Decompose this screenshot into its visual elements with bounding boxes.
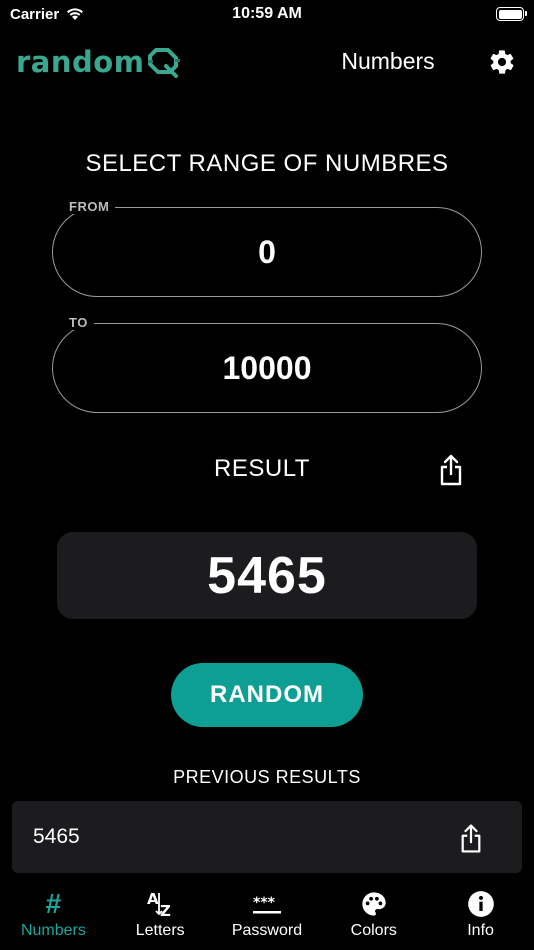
from-field-value[interactable]: 0 bbox=[53, 208, 481, 296]
tab-label: Numbers bbox=[20, 922, 86, 939]
result-value: 5465 bbox=[57, 532, 477, 619]
previous-results-title: PREVIOUS RESULTS bbox=[173, 767, 361, 787]
az-sort-icon: A Z bbox=[145, 889, 175, 919]
svg-text:A: A bbox=[147, 890, 159, 908]
tab-label: Info bbox=[467, 922, 494, 939]
share-previous-icon[interactable] bbox=[459, 823, 483, 854]
from-field[interactable]: FROM 0 bbox=[52, 199, 482, 297]
palette-icon bbox=[360, 889, 388, 919]
result-label: RESULT bbox=[214, 455, 310, 482]
password-icon: *** bbox=[251, 889, 283, 919]
tab-info[interactable]: Info bbox=[427, 875, 534, 950]
clock: 10:59 AM bbox=[232, 5, 302, 22]
tab-label: Colors bbox=[350, 922, 397, 939]
page-title: Numbers bbox=[341, 48, 435, 74]
logo-q-icon bbox=[148, 48, 181, 78]
app-logo: random bbox=[16, 42, 182, 82]
tab-letters[interactable]: A Z Letters bbox=[107, 875, 214, 950]
to-field[interactable]: TO 10000 bbox=[52, 315, 482, 413]
settings-gear-icon[interactable] bbox=[488, 48, 516, 76]
share-result-icon[interactable] bbox=[438, 454, 464, 486]
info-icon bbox=[467, 889, 495, 919]
to-field-value[interactable]: 10000 bbox=[53, 324, 481, 412]
tab-password[interactable]: *** Password bbox=[214, 875, 321, 950]
svg-text:Z: Z bbox=[160, 902, 171, 919]
status-bar: Carrier 10:59 AM bbox=[0, 0, 534, 30]
logo-text: random bbox=[16, 45, 145, 79]
hash-icon: # bbox=[45, 888, 62, 919]
tab-label: Password bbox=[231, 922, 303, 939]
list-item: 5465 bbox=[12, 801, 522, 873]
tab-numbers[interactable]: # Numbers bbox=[0, 875, 107, 950]
tab-bar: # Numbers A Z Letters *** Password Color… bbox=[0, 875, 534, 950]
range-section-title: SELECT RANGE OF NUMBRES bbox=[85, 150, 449, 177]
svg-text:***: *** bbox=[253, 895, 276, 911]
random-button[interactable]: RANDOM bbox=[171, 663, 363, 727]
previous-result-value: 5465 bbox=[33, 825, 80, 848]
battery-icon bbox=[496, 7, 527, 21]
tab-label: Letters bbox=[135, 922, 185, 939]
tab-colors[interactable]: Colors bbox=[320, 875, 427, 950]
